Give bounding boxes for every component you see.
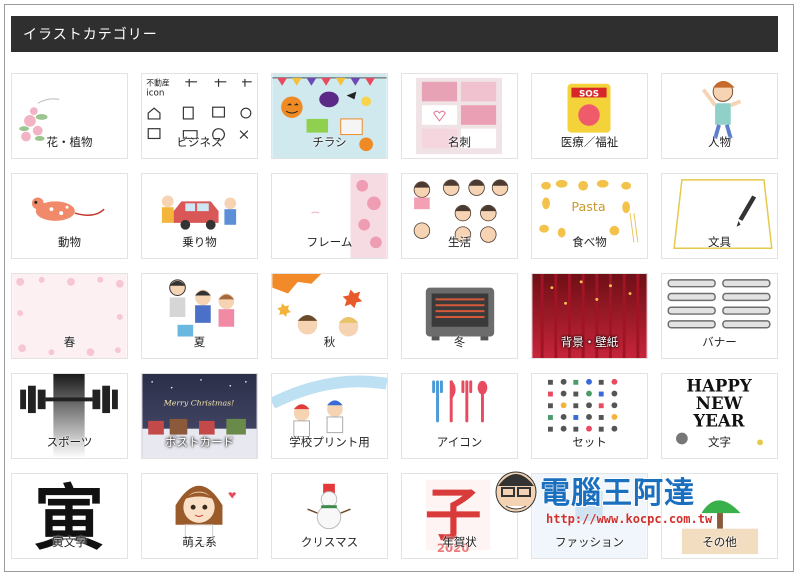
category-tile-banner[interactable]: バナー	[661, 273, 778, 359]
tile-label: アイコン	[436, 435, 483, 449]
page-title: イラストカテゴリー	[23, 27, 158, 43]
category-tile-text[interactable]: HAPPY NEW YEAR 文字	[661, 373, 778, 459]
tile-label: セット	[572, 435, 607, 449]
tile-label: 年賀状	[442, 535, 477, 549]
category-tile-animal[interactable]: 動物	[11, 173, 128, 259]
category-tile-frame[interactable]: フレーム	[271, 173, 388, 259]
tile-label: 文具	[708, 235, 731, 249]
category-tile-sports[interactable]: スポーツ	[11, 373, 128, 459]
category-tile-person[interactable]: 人物	[661, 73, 778, 159]
category-tile-school[interactable]: 学校プリント用	[271, 373, 388, 459]
tile-label: フレーム	[306, 235, 353, 249]
category-tile-postcard[interactable]: Merry Christmas! ポストカード	[141, 373, 258, 459]
year-text: YEAR	[692, 411, 744, 431]
category-tile-summer[interactable]: 夏	[141, 273, 258, 359]
category-tile-icons[interactable]: アイコン	[401, 373, 518, 459]
tile-label: ポストカード	[165, 435, 234, 449]
tile-label: 萌え系	[182, 535, 217, 549]
tile-label: 花・植物	[46, 135, 93, 149]
category-tile-set[interactable]: セット	[531, 373, 648, 459]
category-grid: 花・植物 不動産 icon ビジネス チラシ 名刺 SOS 医療／福祉 人物 動…	[11, 73, 778, 559]
tile-label: 医療／福祉	[560, 135, 619, 149]
tile-label: 冬	[453, 335, 466, 349]
category-tile-other[interactable]: その他	[661, 473, 778, 559]
category-tile-flower[interactable]: 花・植物	[11, 73, 128, 159]
tile-label: 学校プリント用	[289, 435, 370, 449]
tile-label: 乗り物	[182, 235, 217, 249]
tile-label: チラシ	[312, 135, 347, 149]
tile-label: 名刺	[448, 135, 471, 149]
tile-label: 秋	[323, 335, 336, 349]
category-tile-fashion[interactable]: ファッション	[531, 473, 648, 559]
business-text-2: icon	[146, 88, 164, 98]
tile-label: 動物	[58, 235, 81, 249]
category-tile-flyer[interactable]: チラシ	[271, 73, 388, 159]
category-tile-christmas[interactable]: クリスマス	[271, 473, 388, 559]
sos-text: SOS	[579, 89, 599, 99]
tile-label: バナー	[702, 335, 737, 349]
category-tile-vehicle[interactable]: 乗り物	[141, 173, 258, 259]
tile-label: 文字	[708, 435, 731, 449]
tile-label: ファッション	[555, 535, 624, 549]
category-tile-winter[interactable]: 冬	[401, 273, 518, 359]
tile-label: 生活	[448, 235, 471, 249]
category-tile-medical[interactable]: SOS 医療／福祉	[531, 73, 648, 159]
category-tile-nengajo[interactable]: 子 2020 年賀状	[401, 473, 518, 559]
category-tile-spring[interactable]: 春	[11, 273, 128, 359]
category-tile-businesscard[interactable]: 名刺	[401, 73, 518, 159]
category-tile-tiger-kanji[interactable]: 寅 寅文字	[11, 473, 128, 559]
tile-label: ビジネス	[176, 135, 223, 149]
category-tile-life[interactable]: 生活	[401, 173, 518, 259]
tile-label: 食べ物	[572, 235, 607, 249]
category-header: イラストカテゴリー	[11, 16, 778, 52]
tile-label: 人物	[708, 135, 731, 149]
tile-label: 夏	[193, 335, 206, 349]
pasta-text: Pasta	[571, 199, 605, 214]
tile-label: クリスマス	[300, 535, 359, 549]
category-tile-stationery[interactable]: 文具	[661, 173, 778, 259]
tile-label: スポーツ	[46, 435, 93, 449]
postcard-text: Merry Christmas!	[163, 398, 234, 407]
tile-label: 寅文字	[52, 535, 87, 549]
tile-label: 春	[63, 335, 76, 349]
category-tile-background[interactable]: 背景・壁紙	[531, 273, 648, 359]
business-text-1: 不動産	[146, 78, 170, 88]
category-tile-food[interactable]: Pasta 食べ物	[531, 173, 648, 259]
category-tile-autumn[interactable]: 秋	[271, 273, 388, 359]
tile-label: 背景・壁紙	[560, 335, 619, 349]
tile-label: その他	[702, 535, 737, 549]
category-tile-business[interactable]: 不動産 icon ビジネス	[141, 73, 258, 159]
category-tile-moe[interactable]: 萌え系	[141, 473, 258, 559]
